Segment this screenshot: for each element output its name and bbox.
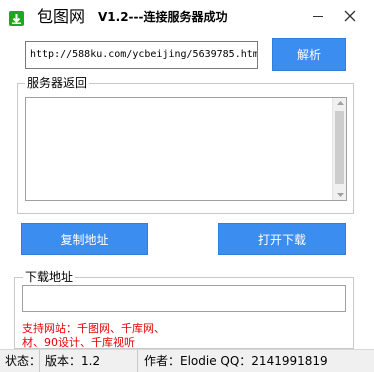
server-response-label: 服务器返回 [25, 76, 90, 90]
status-bar: 状态： 版本：1.2 作者：Elodie QQ：2141991819 [0, 349, 374, 372]
close-button[interactable] [338, 4, 362, 28]
scroll-up-arrow-icon[interactable] [333, 98, 347, 108]
copy-address-button[interactable]: 复制地址 [21, 223, 148, 255]
close-icon [344, 10, 356, 22]
supported-sites-text: 支持网站：千图网、千库网、 材、90设计、千库视听 [22, 322, 165, 349]
version-status-text: V1.2---连接服务器成功 [98, 10, 228, 24]
scroll-down-arrow-icon[interactable] [333, 190, 347, 200]
author-label: 作者：Elodie QQ：2141991819 [144, 354, 328, 368]
download-arrow-icon [9, 11, 24, 26]
parse-button[interactable]: 解析 [272, 38, 346, 71]
download-address-label: 下载地址 [23, 270, 76, 284]
server-response-textarea[interactable] [25, 97, 347, 201]
version-label: 版本：1.2 [40, 350, 138, 372]
download-address-field[interactable] [22, 285, 346, 312]
app-title: 包图网 [37, 7, 86, 26]
vertical-scrollbar[interactable] [332, 98, 346, 200]
minimize-button[interactable] [306, 4, 330, 28]
open-download-button[interactable]: 打开下载 [218, 223, 346, 255]
scrollbar-thumb[interactable] [335, 111, 344, 184]
status-label: 状态： [0, 350, 41, 372]
url-input[interactable]: http://588ku.com/ycbeijing/5639785.html [25, 41, 258, 69]
minimize-icon [313, 16, 323, 17]
